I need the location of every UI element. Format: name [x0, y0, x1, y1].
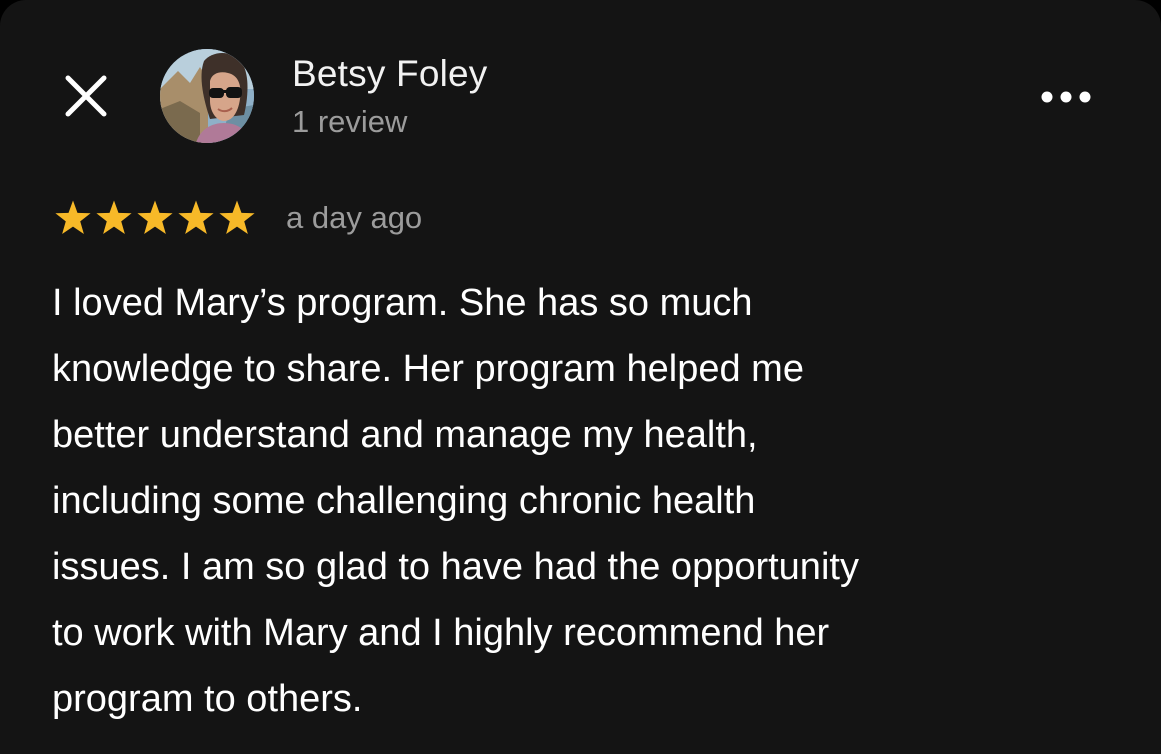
review-body: I loved Mary’s program. She has so much …: [52, 270, 1112, 732]
reviewer-name[interactable]: Betsy Foley: [292, 52, 488, 96]
review-line: knowledge to share. Her program helped m…: [52, 348, 804, 390]
review-line: better understand and manage my health,: [52, 414, 758, 456]
avatar-photo-image: [160, 49, 254, 143]
star-icon: [55, 200, 91, 234]
star-icon: [219, 200, 255, 234]
review-line: including some challenging chronic healt…: [52, 480, 756, 522]
review-time: a day ago: [286, 200, 423, 235]
review-line: to work with Mary and I highly recommend…: [52, 612, 830, 654]
star-icon: [178, 200, 214, 234]
close-button[interactable]: [58, 72, 114, 122]
star-icon: [137, 200, 173, 234]
more-horizontal-icon: [1041, 91, 1091, 103]
close-icon: [65, 75, 107, 117]
star-rating: [54, 199, 259, 239]
review-card: Betsy Foley 1 review a day ago I loved M…: [0, 0, 1161, 754]
avatar[interactable]: [160, 49, 254, 143]
reviewer-review-count: 1 review: [292, 104, 408, 139]
review-line: issues. I am so glad to have had the opp…: [52, 546, 859, 588]
more-options-button[interactable]: [1036, 82, 1096, 112]
star-icon: [96, 200, 132, 234]
review-line: I loved Mary’s program. She has so much: [52, 282, 753, 324]
review-line: program to others.: [52, 678, 363, 720]
